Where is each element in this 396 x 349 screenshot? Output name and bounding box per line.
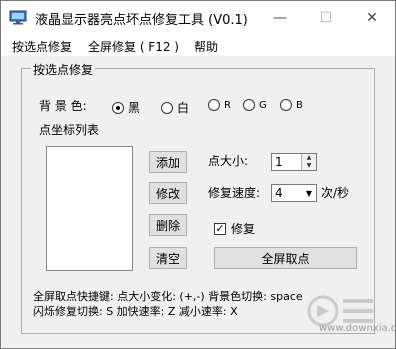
modify-button[interactable]: 修改 [149,182,187,204]
menu-select-point-repair[interactable]: 按选点修复 [12,38,72,55]
background-color-label: 背 景 色: [39,99,87,113]
repair-checkbox-label: 修复 [231,222,256,236]
radio-dot [280,99,292,111]
title-bar[interactable]: 液晶显示器亮点坏点修复工具 (V0.1) — ☐ ✕ [1,1,395,34]
fullscreen-pick-button[interactable]: 全屏取点 [214,247,357,269]
menu-bar: 按选点修复 全屏修复 ( F12 ) 帮助 [1,34,395,56]
stepper-arrows[interactable]: ▲ ▼ [301,154,316,170]
maximize-button[interactable]: ☐ [303,1,349,34]
point-size-stepper[interactable]: 1 ▲ ▼ [271,153,317,171]
minimize-button[interactable]: — [257,1,303,34]
point-coordinate-list[interactable] [46,146,133,271]
radio-dot [161,101,173,114]
add-button[interactable]: 添加 [149,151,187,173]
radio-blue[interactable]: B [280,99,303,111]
point-size-value: 1 [275,155,283,169]
chevron-down-icon[interactable]: ▼ [302,185,316,201]
speed-unit-label: 次/秒 [321,186,350,200]
delete-button[interactable]: 删除 [149,214,187,236]
radio-green[interactable]: G [243,99,267,111]
repair-checkbox[interactable]: ✓ 修复 [214,220,255,237]
close-button[interactable]: ✕ [349,1,395,34]
checkmark-icon: ✓ [214,221,226,235]
stepper-up-icon[interactable]: ▲ [302,154,316,162]
menu-fullscreen-repair[interactable]: 全屏修复 ( F12 ) [88,38,179,55]
group-title: 按选点修复 [31,61,96,78]
monitor-icon [9,10,27,25]
app-window: 液晶显示器亮点坏点修复工具 (V0.1) — ☐ ✕ 按选点修复 全屏修复 ( … [0,0,396,349]
point-list-label: 点坐标列表 [39,123,100,137]
window-title: 液晶显示器亮点坏点修复工具 (V0.1) [35,13,248,28]
point-size-label: 点大小: [208,154,249,168]
stepper-down-icon[interactable]: ▼ [302,162,316,170]
radio-red[interactable]: R [208,99,231,111]
repair-speed-select[interactable]: 4 ▼ [271,184,317,202]
radio-dot [243,99,255,111]
shortcut-hint-line2: 闪烁修复切换: S 加快速率: Z 减小速率: X [33,305,238,318]
radio-dot [112,101,124,114]
clear-button[interactable]: 清空 [149,247,187,269]
radio-white[interactable]: 白 [161,99,189,116]
repair-speed-label: 修复速度: [208,186,261,200]
shortcut-hint-line1: 全屏取点快捷键: 点大小变化: (+,-) 背景色切换: space [33,290,303,303]
menu-help[interactable]: 帮助 [194,38,218,55]
repair-speed-value: 4 [275,186,283,200]
radio-dot [208,99,220,111]
watermark-text: www.downxia.com [319,323,396,334]
radio-black[interactable]: 黑 [112,99,140,116]
